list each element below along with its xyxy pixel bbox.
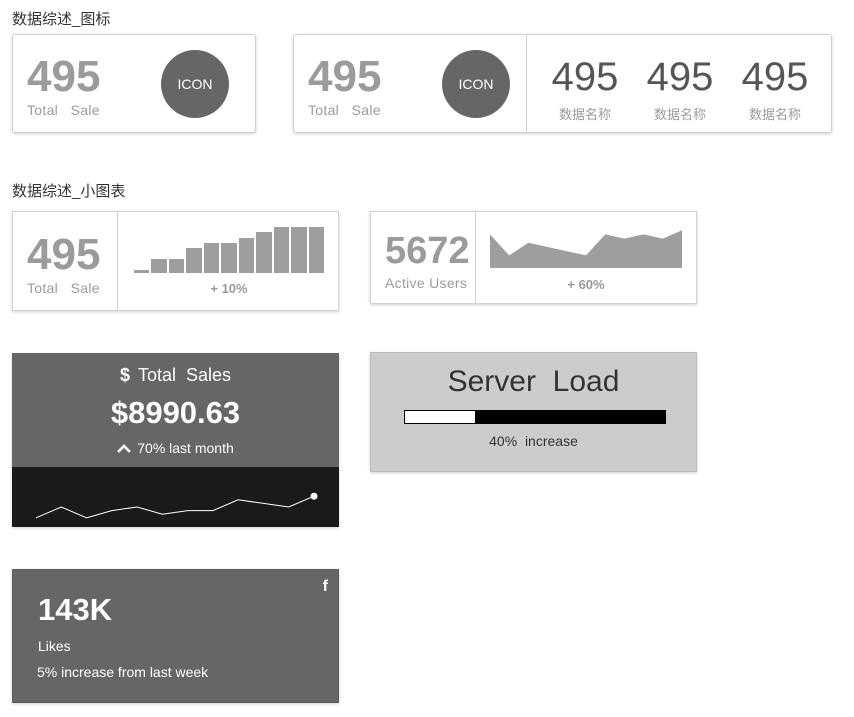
dollar-icon: $ <box>119 365 130 385</box>
metric-value: 495 <box>741 55 809 99</box>
server-load-title: Server Load <box>447 365 620 398</box>
sales-top-panel: $ Total Sales $8990.63 70% last month <box>12 353 339 467</box>
bar-mark <box>167 258 186 274</box>
sales-title-row: $ Total Sales <box>12 365 339 386</box>
divider <box>475 212 476 303</box>
metric-label: 数据名称 <box>748 107 801 122</box>
bar-mark <box>202 242 221 274</box>
change-percent: + 60% <box>567 277 605 292</box>
area-mark <box>490 230 682 268</box>
change-percent: + 10% <box>210 281 248 296</box>
metric-value: 495 <box>646 55 714 99</box>
stat-card-area-chart: 5672 Active Users + 60% <box>370 211 697 304</box>
mini-area-chart <box>490 230 682 268</box>
sparkline-line <box>35 495 315 519</box>
stat-label: Active Users <box>385 275 468 291</box>
bar-mark <box>237 237 256 274</box>
facebook-icon[interactable]: f <box>323 578 328 596</box>
metric-value: 495 <box>551 55 619 99</box>
chevron-up-icon <box>117 444 132 453</box>
divider <box>526 35 527 132</box>
stat-label: Total Sale <box>27 280 100 296</box>
likes-value: 143K <box>38 592 113 627</box>
stat-value: 495 <box>27 230 101 279</box>
section-title-mini-charts: 数据综述_小图表 <box>12 183 126 200</box>
stat-card-bar-chart: 495 Total Sale + 10% <box>12 211 339 311</box>
stat-label: Total Sale <box>27 102 100 118</box>
likes-card: f 143K Likes 5% increase from last week <box>12 569 339 703</box>
stat-card-icon-wide: 495 Total Sale ICON 495 数据名称 495 数据名称 49… <box>293 34 832 133</box>
bar-mark <box>150 258 168 274</box>
sales-title: Total Sales <box>137 365 232 385</box>
total-sales-card: $ Total Sales $8990.63 70% last month <box>12 353 339 527</box>
progress-fill <box>405 411 476 423</box>
sparkline-chart <box>35 492 318 519</box>
mini-bar-chart <box>133 226 325 274</box>
bar-mark <box>255 231 273 274</box>
metric-label: 数据名称 <box>558 107 611 122</box>
bar-mark <box>133 269 151 274</box>
server-load-progress <box>404 410 666 424</box>
bar-mark <box>307 226 325 274</box>
server-load-caption: 40% increase <box>489 433 578 449</box>
sales-amount: $8990.63 <box>110 395 241 430</box>
section-title-icons: 数据综述_图标 <box>12 11 111 28</box>
metric-label: 数据名称 <box>653 107 706 122</box>
sales-bottom-panel <box>12 467 339 527</box>
bar-mark <box>220 242 238 274</box>
likes-caption: 5% increase from last week <box>37 664 209 680</box>
icon-placeholder: ICON <box>442 50 510 118</box>
bar-mark <box>185 247 203 274</box>
server-load-card: Server Load 40% increase <box>370 352 697 472</box>
stat-value: 495 <box>308 52 382 101</box>
likes-label: Likes <box>38 638 71 654</box>
sales-trend: 70% last month <box>12 440 339 456</box>
stat-value: 5672 <box>385 230 470 272</box>
stat-label: Total Sale <box>308 102 381 118</box>
stat-card-icon: 495 Total Sale ICON <box>12 34 256 133</box>
stat-value: 495 <box>27 52 101 101</box>
bar-mark <box>272 226 291 274</box>
sparkline-end-point <box>310 492 318 500</box>
divider <box>117 212 118 310</box>
sales-trend-text: 70% last month <box>137 440 234 456</box>
icon-placeholder: ICON <box>161 50 229 118</box>
bar-mark <box>290 226 308 274</box>
